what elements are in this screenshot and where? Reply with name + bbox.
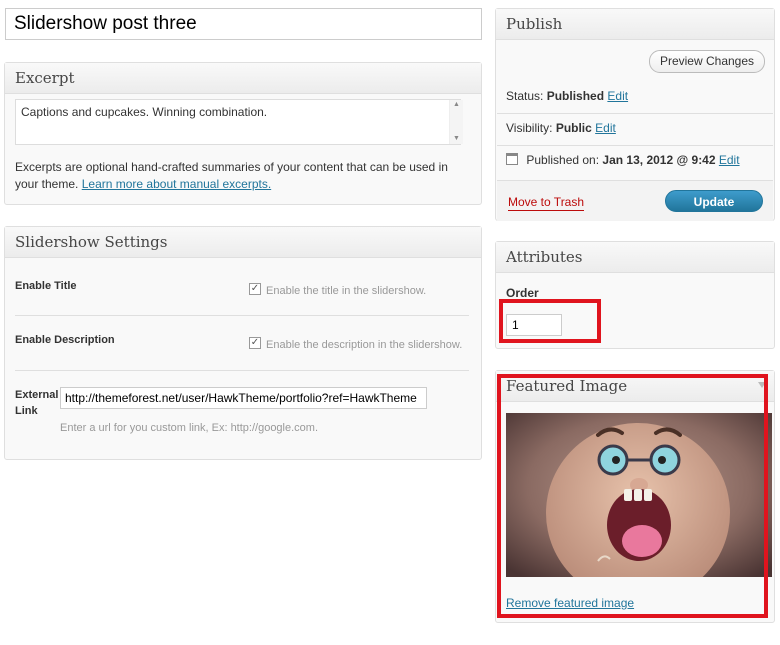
excerpt-textarea[interactable]: Captions and cupcakes. Winning combinati… xyxy=(15,99,461,145)
visibility-value: Public xyxy=(555,121,592,135)
divider xyxy=(497,145,773,146)
visibility-edit-link[interactable]: Edit xyxy=(595,121,616,135)
external-link-label: External Link xyxy=(15,389,58,417)
post-title-input[interactable] xyxy=(5,8,482,40)
scroll-up-icon[interactable]: ▲ xyxy=(450,100,463,110)
enable-description-hint: Enable the description in the slidershow… xyxy=(266,339,463,351)
external-link-label-line1: External xyxy=(15,389,59,401)
publish-actions: Move to Trash Update xyxy=(497,180,773,221)
scroll-down-icon[interactable]: ▼ xyxy=(450,134,463,144)
highlight-box xyxy=(499,299,601,343)
enable-description-checkbox[interactable]: ✓ xyxy=(249,337,261,349)
update-button[interactable]: Update xyxy=(665,190,763,212)
external-link-hint: Enter a url for you custom link, Ex: htt… xyxy=(60,422,319,434)
external-link-label-line2: Link xyxy=(15,405,38,417)
status-row: Status: Published Edit xyxy=(506,89,628,103)
excerpt-scrollbar[interactable]: ▲ ▼ xyxy=(449,100,463,144)
published-on-row: Published on: Jan 13, 2012 @ 9:42 Edit xyxy=(506,153,740,167)
check-icon: ✓ xyxy=(250,337,260,348)
enable-description-label: Enable Description xyxy=(15,334,115,346)
divider xyxy=(15,315,469,316)
status-edit-link[interactable]: Edit xyxy=(607,89,628,103)
divider xyxy=(497,113,773,114)
enable-title-label: Enable Title xyxy=(15,280,77,292)
order-label: Order xyxy=(506,286,539,300)
move-to-trash-link[interactable]: Move to Trash xyxy=(508,195,585,211)
excerpt-help: Excerpts are optional hand-crafted summa… xyxy=(15,159,465,193)
published-on-edit-link[interactable]: Edit xyxy=(719,153,740,167)
status-value: Published xyxy=(546,89,605,103)
publish-box: Publish Preview Changes Status: Publishe… xyxy=(495,8,775,221)
calendar-icon xyxy=(506,153,518,165)
publish-heading[interactable]: Publish xyxy=(496,9,774,40)
preview-changes-button[interactable]: Preview Changes xyxy=(649,50,765,73)
published-on-value: Jan 13, 2012 @ 9:42 xyxy=(602,153,716,167)
excerpt-learn-more-link[interactable]: Learn more about manual excerpts. xyxy=(82,177,271,191)
attributes-heading[interactable]: Attributes xyxy=(496,242,774,273)
excerpt-box: Excerpt Captions and cupcakes. Winning c… xyxy=(4,62,482,205)
check-icon: ✓ xyxy=(250,283,260,294)
enable-title-checkbox[interactable]: ✓ xyxy=(249,283,261,295)
status-label: Status: xyxy=(506,89,544,103)
divider xyxy=(15,370,469,371)
visibility-label: Visibility: xyxy=(506,121,553,135)
external-link-input[interactable] xyxy=(60,387,427,409)
enable-title-hint: Enable the title in the slidershow. xyxy=(266,285,427,297)
published-on-label: Published on: xyxy=(526,153,600,167)
slidershow-settings-heading[interactable]: Slidershow Settings xyxy=(5,227,481,258)
visibility-row: Visibility: Public Edit xyxy=(506,121,616,135)
slidershow-settings-box: Slidershow Settings Enable Title ✓ Enabl… xyxy=(4,226,482,460)
highlight-box xyxy=(497,374,768,618)
excerpt-heading[interactable]: Excerpt xyxy=(5,63,481,94)
